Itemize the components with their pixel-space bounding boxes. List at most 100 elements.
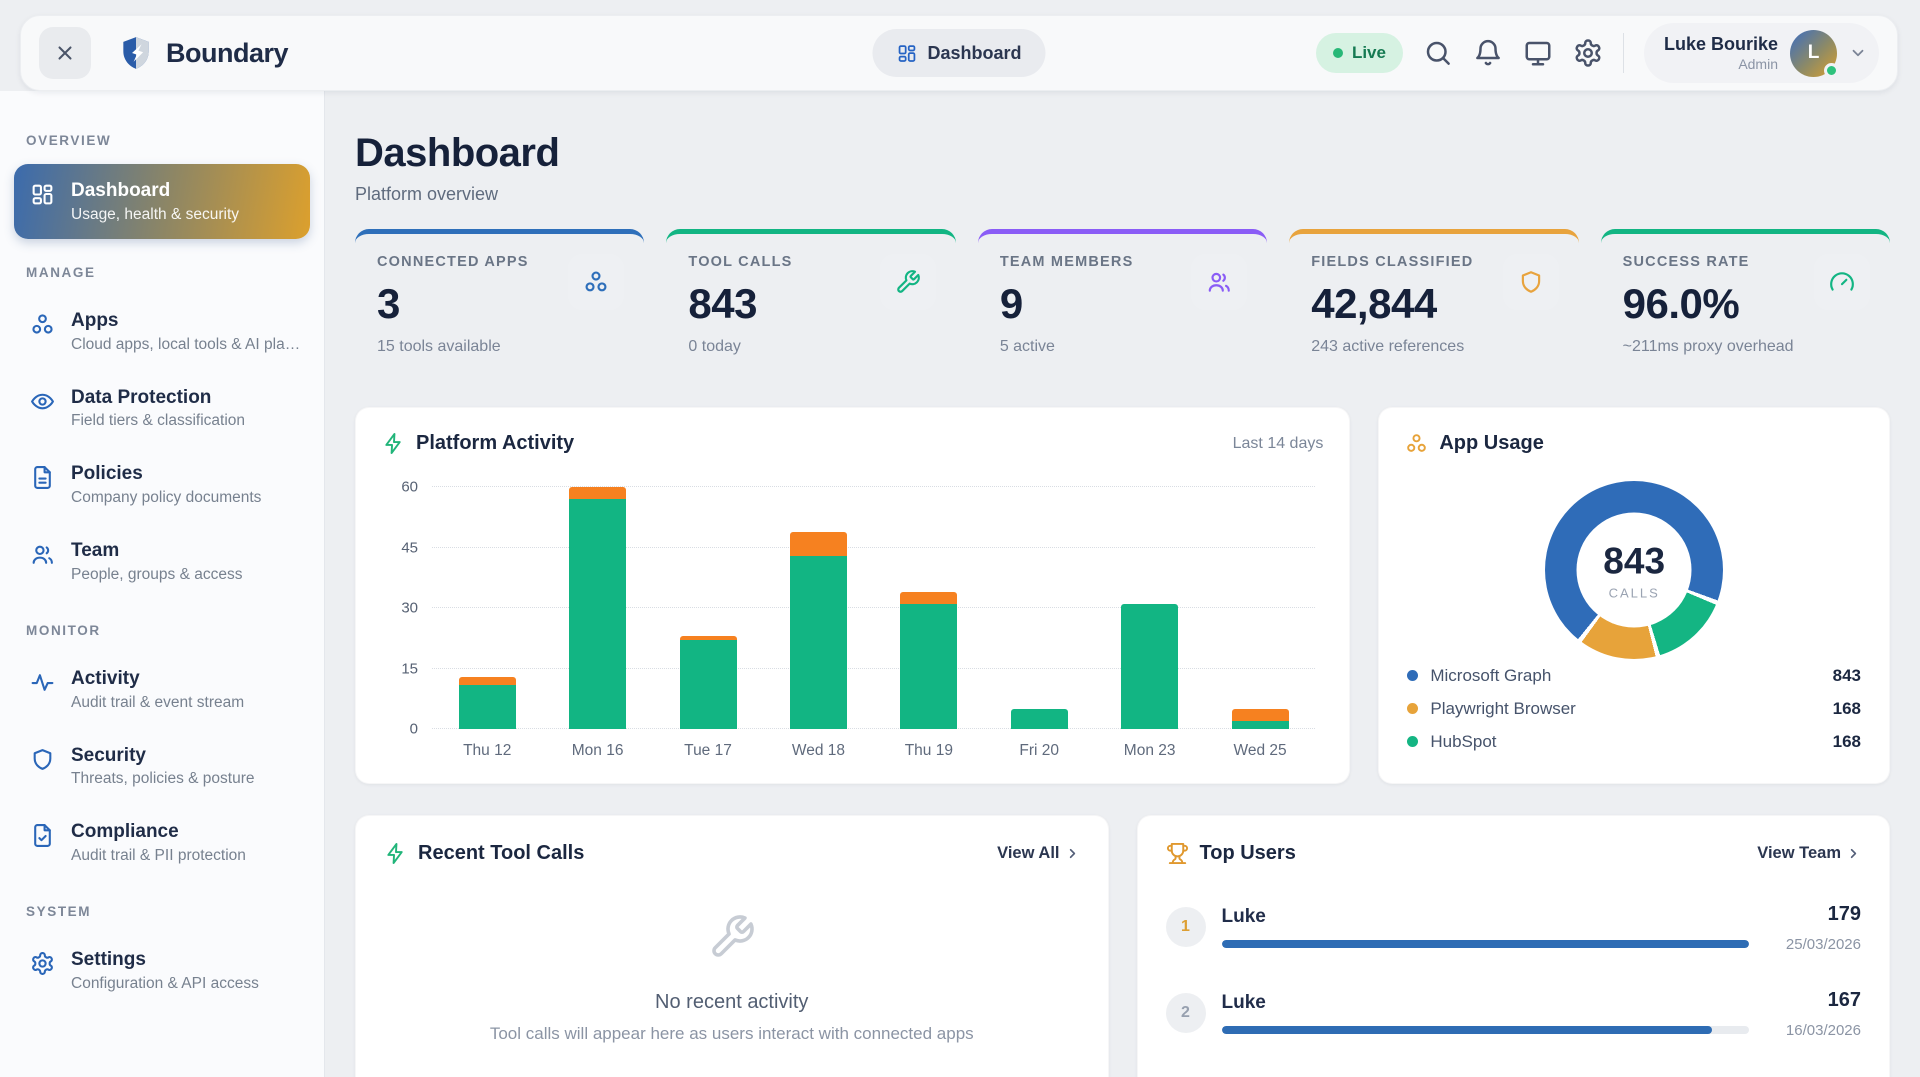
document-icon [30,465,55,490]
monitor-icon[interactable] [1523,38,1553,68]
notifications-bell-icon[interactable] [1473,38,1503,68]
sidebar-item-title: Team [71,539,242,563]
view-team-label: View Team [1757,844,1841,863]
sidebar-item-apps[interactable]: AppsCloud apps, local tools & AI plat... [14,296,310,367]
sidebar-item-activity[interactable]: Activity Audit trail & event stream [14,654,310,725]
bar-segment-success [1232,721,1289,729]
people-icon [1206,269,1232,295]
gear-icon [30,951,55,976]
recent-tool-calls-card: Recent Tool Calls View All No recent act… [355,815,1109,1077]
bar-thu-19: Thu 19 [900,479,957,729]
range-label: Last 14 days [1233,435,1324,453]
platform-activity-card: Platform Activity Last 14 days 015304560… [355,407,1350,784]
sidebar-item-dashboard[interactable]: Dashboard Usage, health & security [14,164,310,239]
stat-card-connected-apps: CONNECTED APPS315 tools available [355,229,644,376]
sidebar-item-subtitle: Audit trail & event stream [71,694,244,712]
stat-subtext: 5 active [1000,338,1245,356]
people-icon [30,542,55,567]
search-icon[interactable] [1423,38,1453,68]
usage-date: 16/03/2026 [1765,1022,1861,1039]
stat-subtext: 243 active references [1311,338,1556,356]
stat-icon-box [1191,254,1247,310]
user-menu[interactable]: Luke Bourike Admin L [1644,23,1879,83]
brand: Boundary [117,34,288,72]
sidebar-item-title: Dashboard [71,179,239,203]
app-usage-legend: Microsoft Graph843Playwright Browser168H… [1405,659,1863,762]
gauge-icon [1829,269,1855,295]
sidebar-item-title: Compliance [71,820,246,844]
bar-segment-success [790,556,847,729]
nav-pill-dashboard[interactable]: Dashboard [872,29,1045,77]
donut-center-value: 843 [1603,540,1665,582]
sidebar-item-subtitle: Configuration & API access [71,975,259,993]
live-dot [1333,48,1343,58]
chevron-right-icon [1065,846,1080,861]
sidebar-item-title: Apps [71,309,301,333]
app-usage-card: App Usage 843 CALLS Microsoft Graph843Pl… [1378,407,1890,784]
dashboard-grid-icon [896,43,917,64]
apps-icon [583,269,609,295]
sidebar-section-overview: OVERVIEW [26,133,298,148]
close-icon [54,42,76,64]
stat-subtext: ~211ms proxy overhead [1623,338,1868,356]
user-name: Luke [1222,992,1750,1014]
view-all-link[interactable]: View All [997,844,1079,863]
settings-gear-icon[interactable] [1573,38,1603,68]
brand-name: Boundary [166,38,288,69]
y-axis-tick: 30 [401,600,418,617]
sidebar-item-settings[interactable]: Settings Configuration & API access [14,935,310,1006]
lightning-icon [384,842,407,865]
donut-center-label: CALLS [1609,585,1660,600]
sidebar-item-policies[interactable]: PoliciesCompany policy documents [14,449,310,520]
live-badge: Live [1316,33,1403,73]
sidebar-item-subtitle: Company policy documents [71,489,261,507]
stat-subtext: 0 today [688,338,933,356]
bar-columns: Thu 12Mon 16Tue 17Wed 18Thu 19Fri 20Mon … [432,479,1315,729]
sidebar-item-data-protection[interactable]: Data ProtectionField tiers & classificat… [14,373,310,444]
trophy-icon [1166,842,1189,865]
view-team-link[interactable]: View Team [1757,844,1861,863]
top-users-title: Top Users [1200,842,1296,865]
stat-subtext: 15 tools available [377,338,622,356]
boundary-logo-icon [117,34,155,72]
bar-segment-errors [900,592,957,604]
apps-icon [30,312,55,337]
stats-row: CONNECTED APPS315 tools availableTOOL CA… [355,229,1890,376]
close-button[interactable] [39,27,91,79]
bar-segment-success [900,604,957,729]
bar-tue-17: Tue 17 [680,479,737,729]
usage-bar-track [1222,940,1750,948]
sidebar-item-security[interactable]: SecurityThreats, policies & posture [14,731,310,802]
top-users-card: Top Users View Team 1Luke17925/03/20262L… [1137,815,1891,1077]
rank-badge: 1 [1166,907,1206,947]
wrench-icon [895,269,921,295]
legend-dot [1407,703,1418,714]
sidebar-item-subtitle: Field tiers & classification [71,412,245,430]
legend-label: HubSpot [1430,732,1496,752]
usage-count: 179 [1765,903,1861,926]
bar-segment-errors [790,532,847,556]
empty-subtitle: Tool calls will appear here as users int… [490,1024,974,1044]
platform-activity-title: Platform Activity [416,432,574,455]
legend-label: Microsoft Graph [1430,666,1551,686]
sidebar-item-subtitle: Usage, health & security [71,206,239,224]
sidebar-item-title: Settings [71,948,259,972]
page-title: Dashboard [355,131,1890,176]
platform-activity-chart: 015304560Thu 12Mon 16Tue 17Wed 18Thu 19F… [432,479,1315,729]
view-all-label: View All [997,844,1059,863]
sidebar-item-subtitle: Audit trail & PII protection [71,847,246,865]
sidebar-item-title: Activity [71,667,244,691]
x-axis-label: Wed 25 [1233,742,1286,760]
x-axis-label: Mon 16 [572,742,624,760]
sidebar-item-compliance[interactable]: Compliance Audit trail & PII protection [14,807,310,878]
avatar: L [1790,30,1837,77]
bar-segment-errors [1232,709,1289,721]
nav-pill-label: Dashboard [927,43,1021,64]
stat-card-fields-classified: FIELDS CLASSIFIED42,844243 active refere… [1289,229,1578,376]
bar-segment-success [1121,604,1178,729]
lightning-icon [382,432,405,455]
sidebar-item-subtitle: People, groups & access [71,566,242,584]
x-axis-label: Wed 18 [792,742,845,760]
x-axis-label: Tue 17 [684,742,732,760]
sidebar-item-team[interactable]: Team People, groups & access [14,526,310,597]
